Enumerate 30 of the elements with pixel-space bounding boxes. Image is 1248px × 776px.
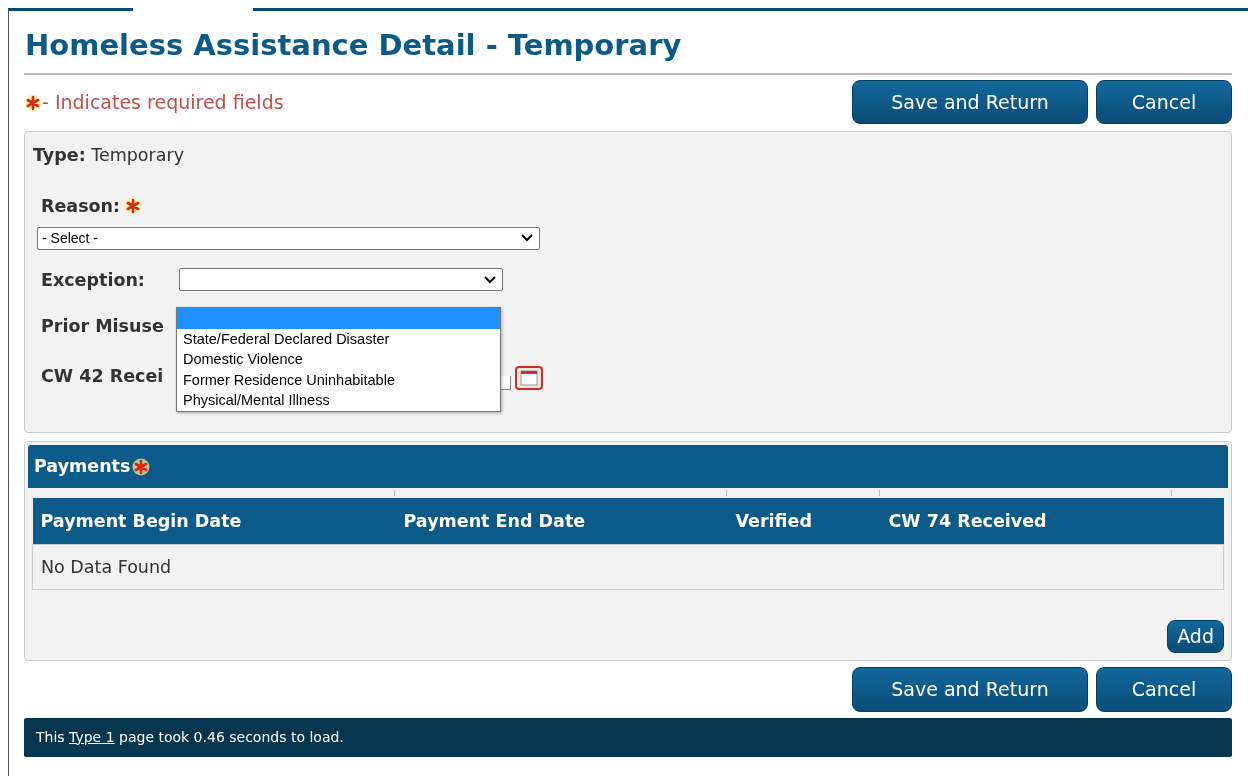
- cw42-label: CW 42 Recei: [41, 365, 164, 389]
- exception-label: Exception:: [41, 268, 146, 292]
- empty-message: No Data Found: [32, 544, 1224, 590]
- chevron-icon: [484, 275, 496, 284]
- exception-select[interactable]: [179, 268, 503, 292]
- save-and-return-button[interactable]: Save and Return: [852, 79, 1088, 125]
- required-note: - Indicates required fields: [42, 89, 284, 115]
- add-button[interactable]: Add: [1167, 620, 1224, 653]
- reason-select[interactable]: - Select -: [37, 226, 540, 250]
- page-title: Homeless Assistance Detail - Temporary: [24, 11, 1232, 75]
- payments-title: Payments: [34, 455, 131, 479]
- dropdown-option[interactable]: Physical/Mental Illness: [177, 390, 500, 411]
- cancel-button[interactable]: Cancel: [1096, 79, 1232, 125]
- asterisk-icon: [24, 94, 42, 113]
- column-header: Verified: [727, 497, 881, 545]
- column-header: Payment Begin Date: [32, 497, 396, 545]
- column-header: CW 74 Received: [880, 497, 1173, 545]
- save-and-return-button[interactable]: Save and Return: [852, 667, 1088, 712]
- reason-label: Reason:: [41, 194, 121, 218]
- cancel-button[interactable]: Cancel: [1096, 667, 1232, 712]
- dropdown-option[interactable]: State/Federal Declared Disaster: [177, 328, 500, 350]
- column-header: Payment End Date: [395, 497, 728, 545]
- dropdown-option[interactable]: Former Residence Uninhabitable: [177, 369, 500, 391]
- dropdown-option[interactable]: Domestic Violence: [177, 349, 500, 370]
- calendar-icon[interactable]: [515, 365, 544, 390]
- prior-misuse-label: Prior Misuse: [41, 316, 164, 337]
- load-time-text: This Type 1 page took 0.46 seconds to load.: [36, 728, 344, 745]
- type-link[interactable]: Type 1: [69, 728, 115, 745]
- type-line: Type: Temporary: [33, 145, 185, 166]
- chevron-icon: [521, 234, 533, 243]
